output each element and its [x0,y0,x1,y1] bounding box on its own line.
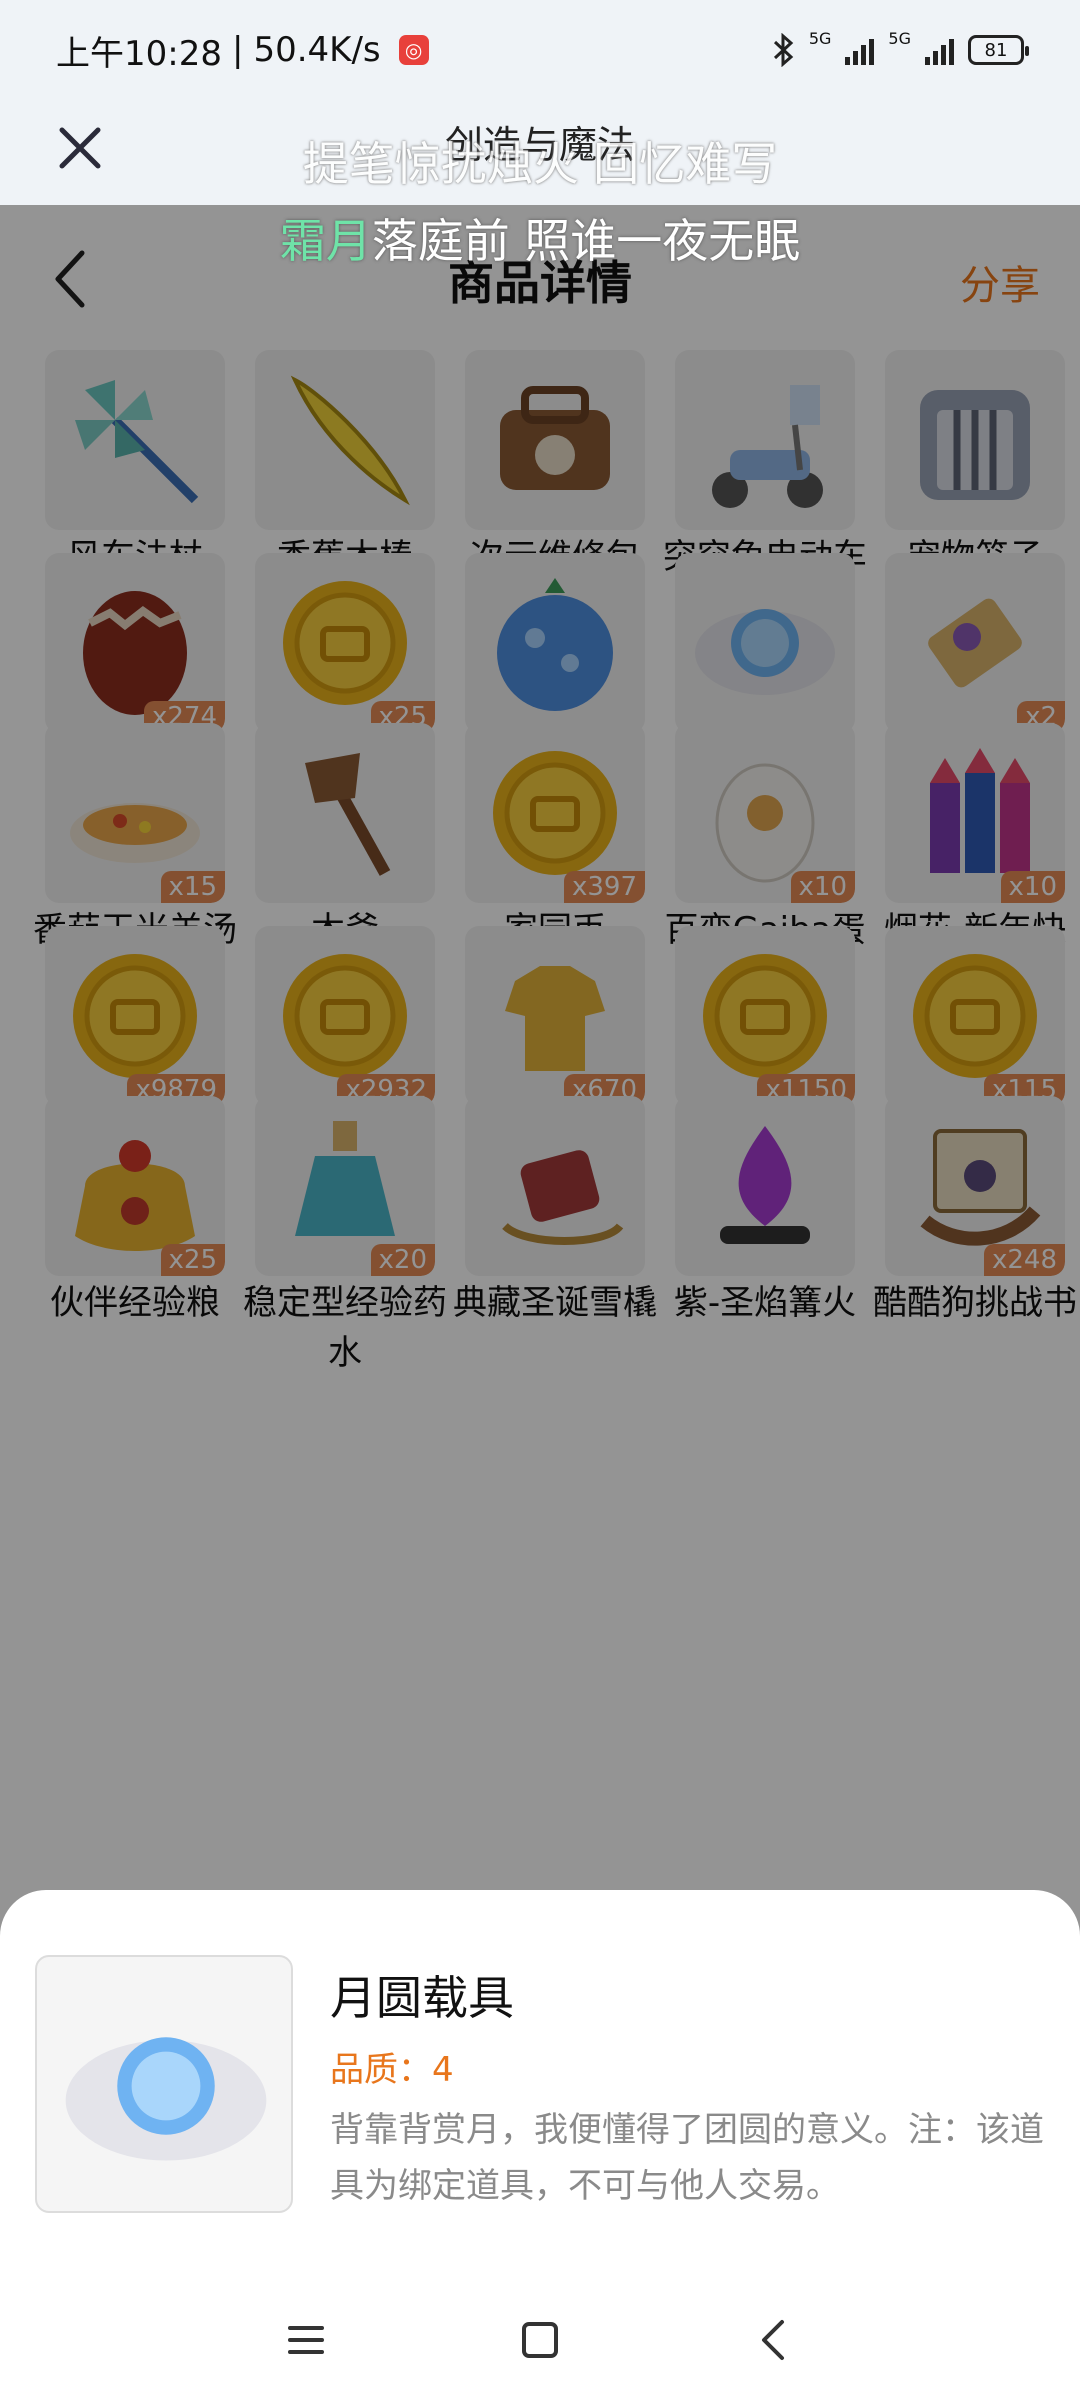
bluetooth-icon [773,33,794,67]
menu-icon[interactable] [276,2310,336,2370]
system-nav-bar [0,2280,1080,2400]
status-time: 上午10:28 [56,33,222,74]
home-icon[interactable] [510,2310,570,2370]
moon-cloud-icon [35,1955,293,2213]
detail-description: 背靠背赏月，我便懂得了团圆的意义。注：该道具为绑定道具，不可与他人交易。 [330,2110,1044,2206]
detail-quality: 品质：4 [330,2050,454,2090]
battery-icon: 81 [968,35,1029,65]
network-type-label-2: 5G [888,29,911,48]
lyric-highlight: 霜月 [279,214,372,268]
floating-lyric-line1: 提笔惊扰烛火 回忆难写 [302,137,778,191]
status-bar: 上午10:28 | 50.4K/s ◎ 5G 5G 81 [0,0,1080,100]
detail-item-name: 月圆载具 [330,1971,514,2025]
notification-app-icon: ◎ [398,35,429,65]
network-type-label: 5G [808,29,832,48]
lyric-rest: 落庭前 照谁一夜无眠 [371,214,801,268]
signal-icon [845,35,875,65]
back-nav-icon[interactable] [744,2310,804,2370]
status-separator: | [231,30,244,70]
item-detail-sheet: 月圆载具 品质：4 背靠背赏月，我便懂得了团圆的意义。注：该道具为绑定道具，不可… [0,1890,1080,2400]
network-speed: 50.4K/s [253,30,381,70]
signal-icon-2 [925,35,954,65]
floating-lyric-line2: 霜月落庭前 照谁一夜无眠 [0,205,1080,271]
